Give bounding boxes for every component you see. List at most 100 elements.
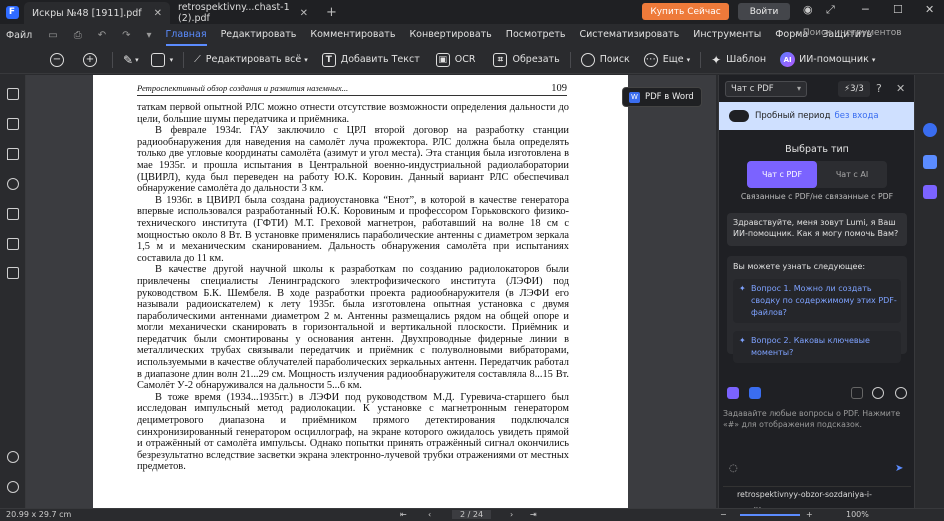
more-label: Еще xyxy=(662,54,684,65)
add-text-button[interactable]: T Добавить Текст xyxy=(321,46,420,74)
menu-view[interactable]: Посмотреть xyxy=(506,24,566,46)
suggestion-question-2[interactable]: ✦ Вопрос 2. Каковы ключевые моменты? xyxy=(733,331,901,363)
close-window-icon[interactable]: ✕ xyxy=(925,3,934,16)
shape-button[interactable]: ▾ xyxy=(150,46,174,74)
menu-file[interactable]: Файл xyxy=(6,30,32,41)
buy-now-button[interactable]: Купить Сейчас xyxy=(642,3,729,20)
signature-icon[interactable] xyxy=(7,238,19,250)
paragraph: В тоже время (1934...1935гг.) в ЛЭФИ под… xyxy=(137,391,569,473)
trial-text: Пробный период xyxy=(755,111,831,121)
form-fields-icon[interactable] xyxy=(7,267,19,279)
ai-assistant-button[interactable]: AI ИИ-помощник ▾ xyxy=(780,46,875,74)
login-button[interactable]: Войти xyxy=(738,3,790,20)
template-button[interactable]: ✦ Шаблон xyxy=(711,46,766,74)
dropdown-icon[interactable]: ▾ xyxy=(146,30,151,41)
page-indicator[interactable]: 2 / 24 xyxy=(452,510,492,519)
tab-document-2[interactable]: retrospektivny...chast-1 (2).pdf ✕ xyxy=(170,2,316,24)
chat-input[interactable]: Задавайте любые вопросы о PDF. Нажмите «… xyxy=(723,408,911,430)
expand-icon[interactable]: ⤢ xyxy=(826,3,835,17)
copy-icon[interactable] xyxy=(851,387,863,399)
page-number: 109 xyxy=(551,83,567,94)
undo-icon[interactable]: ↶ xyxy=(98,30,106,41)
pdf-to-word-button[interactable]: W PDF в Word xyxy=(622,87,702,107)
chat-type-toggle: Чат с PDF Чат с AI xyxy=(747,161,887,188)
close-icon[interactable]: ✕ xyxy=(896,82,905,95)
zoom-slider[interactable] xyxy=(740,514,800,516)
bookmark-icon[interactable] xyxy=(7,118,19,130)
chevron-down-icon: ▾ xyxy=(796,84,801,93)
next-page-icon[interactable]: › xyxy=(510,510,513,519)
chat-mode-value: Чат с PDF xyxy=(731,84,774,94)
menu-comment[interactable]: Комментировать xyxy=(310,24,395,46)
menu-organize[interactable]: Систематизировать xyxy=(580,24,680,46)
search-tools[interactable]: ⌕ Поиск инструментов xyxy=(795,28,902,38)
sparkle-icon: ✦ xyxy=(739,284,746,293)
close-icon[interactable]: ✕ xyxy=(300,8,308,19)
menu-tools[interactable]: Инструменты xyxy=(693,24,761,46)
pdf-page: Ретроспективный обзор создания и развити… xyxy=(93,75,628,508)
menu-edit[interactable]: Редактировать xyxy=(221,24,297,46)
edit-all-button[interactable]: ⟋ Редактировать всё ▾ xyxy=(194,46,308,74)
translate-icon[interactable] xyxy=(749,387,761,399)
lightbulb-icon[interactable]: ◌ xyxy=(729,463,738,474)
proofread-icon[interactable] xyxy=(923,185,937,199)
translate-icon[interactable] xyxy=(923,155,937,169)
redo-icon[interactable]: ↷ xyxy=(122,30,130,41)
new-tab-button[interactable]: + xyxy=(326,5,337,20)
app-logo-icon[interactable]: F xyxy=(0,0,24,24)
search-tools-label: Поиск инструментов xyxy=(802,28,902,38)
pages-icon[interactable] xyxy=(7,88,19,100)
chat-with-pdf-option[interactable]: Чат с PDF xyxy=(747,161,817,188)
zoom-out-icon[interactable]: − xyxy=(720,510,727,519)
crop-label: Обрезать xyxy=(512,54,560,65)
close-icon[interactable]: ✕ xyxy=(154,8,162,19)
chat-mode-select[interactable]: Чат с PDF ▾ xyxy=(725,81,807,97)
ocr-button[interactable]: ▣ OCR xyxy=(435,46,475,74)
chat-with-ai-option[interactable]: Чат с AI xyxy=(817,161,887,188)
divider xyxy=(183,51,185,68)
trial-link[interactable]: без входа xyxy=(835,111,879,121)
highlight-button[interactable]: ✎ ▾ xyxy=(123,46,139,74)
notification-icon[interactable]: ◉ xyxy=(803,3,813,16)
paragraph: В феврале 1934г. ГАУ заключило с ЦРЛ вто… xyxy=(137,125,569,195)
zoom-in-icon[interactable]: + xyxy=(806,510,813,519)
chevron-down-icon: ▾ xyxy=(169,55,174,64)
tab-document-1[interactable]: Искры №48 [1911].pdf ✕ xyxy=(24,2,170,24)
word-icon: W xyxy=(629,91,640,103)
comment-icon[interactable] xyxy=(7,148,19,160)
zoom-level[interactable]: 100% xyxy=(846,510,869,519)
suggestion-question-1[interactable]: ✦ Вопрос 1. Можно ли создать сводку по со… xyxy=(733,279,901,323)
save-icon[interactable]: ▭ xyxy=(48,30,57,41)
zoom-in-button[interactable]: + xyxy=(83,46,102,74)
attached-file-chip[interactable]: retrospektivnyy-obzor-sozdaniya-i-razvit… xyxy=(723,486,911,515)
document-viewer[interactable]: Ретроспективный обзор создания и развити… xyxy=(26,75,716,508)
ai-chat-icon[interactable] xyxy=(923,123,937,137)
history-icon[interactable] xyxy=(872,387,884,399)
maximize-icon[interactable]: ☐ xyxy=(893,3,903,16)
layers-icon[interactable] xyxy=(7,208,19,220)
chevron-down-icon: ▾ xyxy=(304,55,308,64)
send-icon[interactable]: ➤ xyxy=(895,463,903,474)
suggestions-box: Вы можете узнать следующее: ✦ Вопрос 1. М… xyxy=(727,256,907,363)
attachment-icon[interactable] xyxy=(7,178,19,190)
more-button[interactable]: ⋯ Еще ▾ xyxy=(643,46,690,74)
help-icon[interactable]: ? xyxy=(876,82,882,95)
first-page-icon[interactable]: ⇤ xyxy=(400,510,407,519)
prev-page-icon[interactable]: ‹ xyxy=(428,510,431,519)
minimize-icon[interactable]: ─ xyxy=(862,3,869,16)
menu-convert[interactable]: Конвертировать xyxy=(409,24,491,46)
question-text: Вопрос 1. Можно ли создать сводку по сод… xyxy=(751,284,897,317)
settings-icon[interactable] xyxy=(7,481,19,493)
search-button[interactable]: Поиск xyxy=(580,46,630,74)
last-page-icon[interactable]: ⇥ xyxy=(530,510,537,519)
edit-icon: ⟋ xyxy=(194,54,201,65)
print-icon[interactable]: ⎙ xyxy=(74,30,82,41)
menu-home[interactable]: Главная xyxy=(165,24,207,46)
crop-button[interactable]: ⌗ Обрезать xyxy=(493,46,560,74)
ai-tool-icon[interactable] xyxy=(727,387,739,399)
add-chat-icon[interactable] xyxy=(895,387,907,399)
template-label: Шаблон xyxy=(726,54,767,65)
chat-actions-row xyxy=(719,387,915,403)
help-icon[interactable] xyxy=(7,451,19,463)
zoom-out-button[interactable]: − xyxy=(50,46,69,74)
